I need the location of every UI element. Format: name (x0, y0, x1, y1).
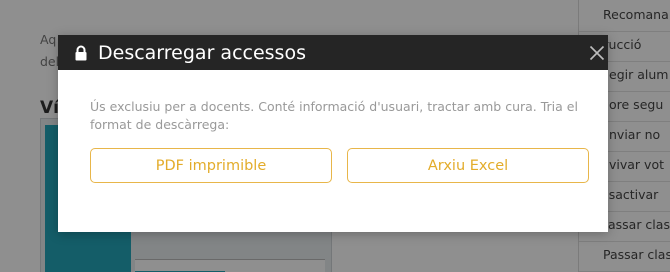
lock-icon (75, 45, 87, 61)
pdf-printable-button[interactable]: PDF imprimible (90, 148, 332, 183)
sidebar-item-label: esactivar (601, 187, 659, 202)
sidebar-item-recomana[interactable]: Recomana (579, 0, 670, 32)
modal-title: Descarregar accessos (98, 42, 306, 64)
close-icon[interactable] (589, 45, 605, 61)
sidebar-item-label: Passar clas (603, 247, 670, 262)
sidebar-item-passar-classe-2[interactable]: Passar clas (579, 240, 670, 272)
excel-file-button[interactable]: Arxiu Excel (347, 148, 589, 183)
download-access-modal: Descarregar accessos Ús exclusiu per a d… (58, 35, 608, 232)
modal-description: Ús exclusiu per a docents. Conté informa… (90, 99, 578, 132)
sidebar-item-label: egir alum (609, 67, 669, 82)
sidebar-item-label: vivar vot (609, 157, 664, 172)
sidebar-item-label: Recomana (603, 7, 669, 22)
modal-header: Descarregar accessos (58, 35, 608, 70)
sidebar-item-label: ore segu (609, 97, 664, 112)
sidebar-item-label: nviar no (609, 127, 661, 142)
intro-text-line-2: del (40, 54, 60, 69)
intro-text-line-1: Aq (40, 32, 57, 47)
sidebar-item-label: Passar clas (601, 217, 670, 232)
